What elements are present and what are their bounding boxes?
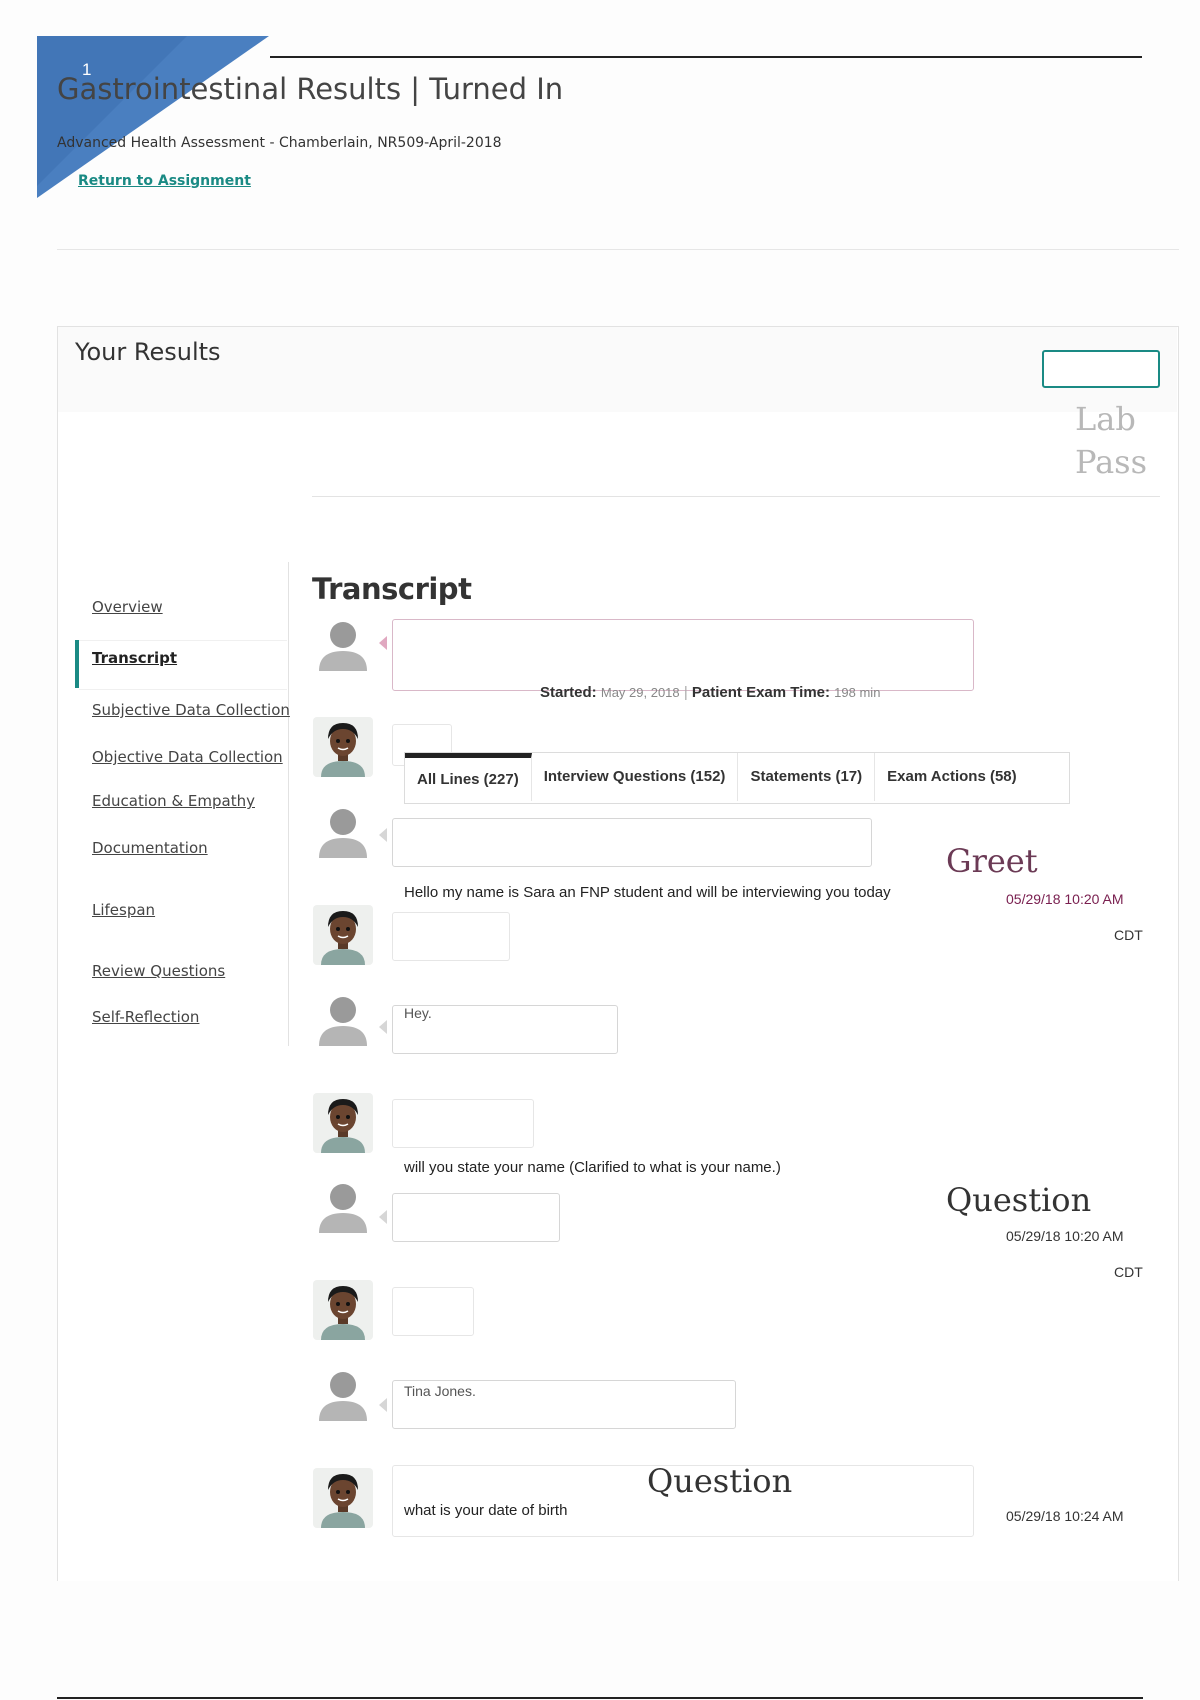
content-divider: [312, 496, 1160, 497]
sidebar-item-self-reflection[interactable]: Self-Reflection: [92, 1008, 199, 1026]
message-bubble: [392, 1193, 560, 1242]
patient-avatar-icon: [313, 1280, 373, 1340]
message-text: Hey.: [404, 1005, 432, 1021]
summary-bubble: [392, 619, 974, 691]
started-info: Started: May 29, 2018 | Patient Exam Tim…: [540, 684, 881, 701]
course-subtitle: Advanced Health Assessment - Chamberlain…: [57, 135, 502, 151]
sidebar-item-documentation[interactable]: Documentation: [92, 839, 208, 857]
generic-user-icon: [313, 800, 373, 860]
patient-avatar-icon: [313, 905, 373, 965]
message-text: Tina Jones.: [404, 1383, 476, 1399]
message-timestamp: 05/29/18 10:20 AM: [1006, 891, 1124, 907]
generic-user-icon: [313, 1363, 373, 1423]
annotation-greet: Greet: [946, 842, 1038, 880]
sidebar-item-education-empathy[interactable]: Education & Empathy: [92, 792, 255, 810]
bubble-pointer: [379, 1020, 387, 1034]
page-title: Gastrointestinal Results | Turned In: [57, 72, 564, 106]
sidebar-divider: [288, 562, 289, 1046]
empty-bubble: [392, 1287, 474, 1336]
sidebar-item-transcript[interactable]: Transcript: [92, 649, 177, 667]
tab-statements[interactable]: Statements (17): [738, 753, 876, 801]
message-bubble: [392, 818, 872, 867]
patient-avatar-icon: [313, 1468, 373, 1528]
annotation-question: Question: [647, 1462, 793, 1500]
message-text: what is your date of birth: [404, 1502, 568, 1519]
bubble-pointer: [379, 1398, 387, 1412]
tab-exam-actions[interactable]: Exam Actions (58): [875, 753, 1029, 801]
sidebar-active-indicator: [75, 640, 79, 688]
message-timestamp: 05/29/18 10:24 AM: [1006, 1508, 1124, 1524]
transcript-tabs: All Lines (227) Interview Questions (152…: [404, 752, 1070, 804]
bubble-pointer: [379, 1210, 387, 1224]
results-panel-header: [58, 327, 1177, 412]
annotation-question: Question: [946, 1181, 1092, 1219]
patient-avatar-icon: [313, 717, 373, 777]
bubble-pointer: [379, 636, 387, 650]
sidebar-item-overview[interactable]: Overview: [92, 598, 163, 616]
lab-pass-line-1: Lab: [1075, 400, 1136, 438]
message-timezone: CDT: [1114, 927, 1143, 943]
empty-bubble: [392, 1099, 534, 1148]
lab-pass-line-2: Pass: [1075, 443, 1148, 481]
generic-user-icon: [313, 1175, 373, 1235]
top-rule: [270, 56, 1142, 58]
generic-user-icon: [313, 988, 373, 1048]
sidebar-item-lifespan[interactable]: Lifespan: [92, 901, 155, 919]
tab-interview-questions[interactable]: Interview Questions (152): [532, 753, 739, 801]
header-divider: [57, 249, 1179, 250]
message-timestamp: 05/29/18 10:20 AM: [1006, 1228, 1124, 1244]
lab-pass-label: Lab Pass: [1075, 398, 1147, 484]
exam-time-value: 198 min: [834, 685, 881, 700]
started-value: May 29, 2018: [600, 685, 680, 700]
bottom-rule: [57, 1697, 1143, 1699]
transcript-title: Transcript: [312, 572, 472, 606]
patient-avatar-icon: [313, 1093, 373, 1153]
message-timezone: CDT: [1114, 1264, 1143, 1280]
bubble-pointer: [379, 828, 387, 842]
started-label: Started:: [540, 684, 597, 701]
tab-all-lines[interactable]: All Lines (227): [405, 753, 532, 801]
sidebar-item-objective-data-collection[interactable]: Objective Data Collection: [92, 748, 283, 766]
empty-bubble: [392, 912, 510, 961]
exam-time-label: Patient Exam Time:: [691, 684, 830, 701]
results-title: Your Results: [75, 338, 221, 366]
sidebar-item-subjective-data-collection[interactable]: Subjective Data Collection: [92, 701, 290, 719]
generic-user-icon: [313, 613, 373, 673]
message-text: will you state your name (Clarified to w…: [404, 1159, 781, 1176]
return-to-assignment-link[interactable]: Return to Assignment: [78, 173, 251, 189]
message-text: Hello my name is Sara an FNP student and…: [404, 884, 891, 901]
header-action-button[interactable]: [1042, 350, 1160, 388]
sidebar-item-review-questions[interactable]: Review Questions: [92, 962, 225, 980]
